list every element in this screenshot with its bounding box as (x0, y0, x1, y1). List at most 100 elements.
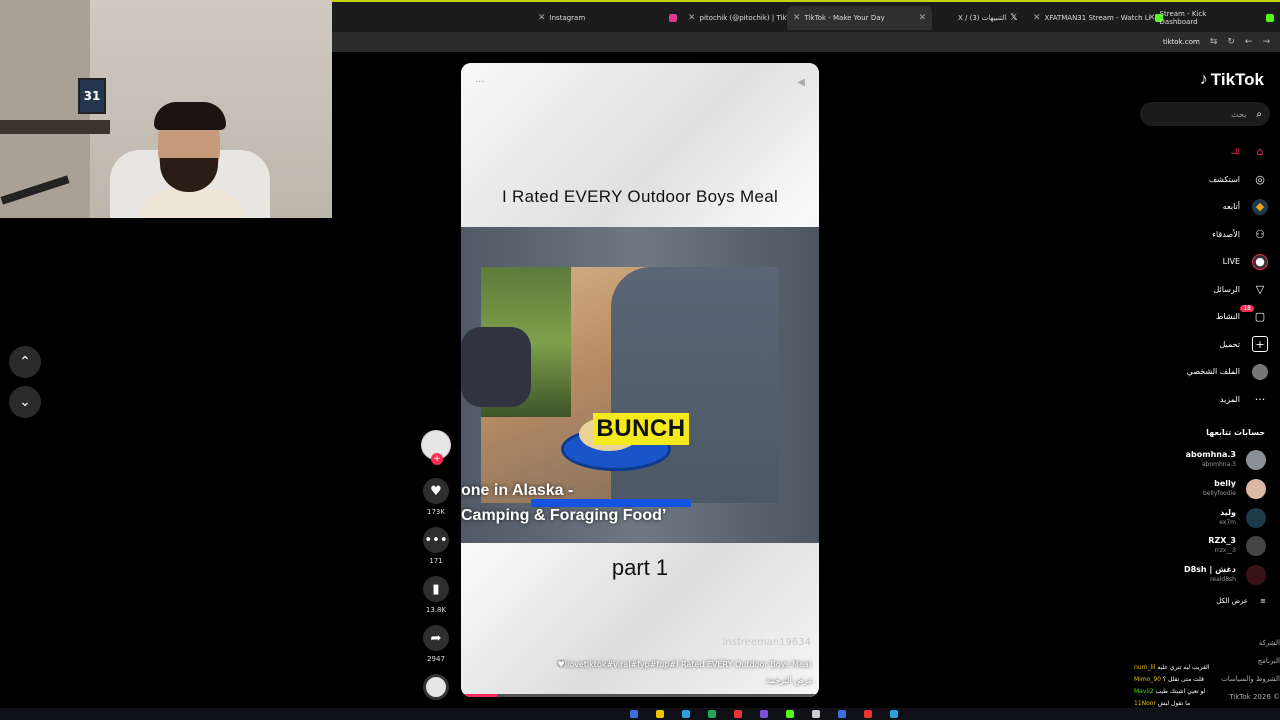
taskbar-app-icon[interactable] (682, 710, 690, 718)
beard (160, 158, 218, 192)
comment-button[interactable]: ••• 171 (418, 527, 454, 565)
jersey-frame: 31 (78, 78, 106, 114)
close-icon[interactable]: ✕ (919, 13, 927, 23)
tab-instagram[interactable]: ✕ Instagram (532, 6, 683, 30)
tiktok-note-icon: ♪ (1199, 71, 1208, 88)
search-icon[interactable]: ⌕ (1256, 109, 1262, 120)
taskbar-app-icon[interactable] (864, 710, 872, 718)
kick-icon (1266, 14, 1274, 22)
previous-video-button[interactable]: ⌃ (9, 346, 41, 378)
profile-icon (1252, 363, 1268, 380)
video-title: I Rated EVERY Outdoor Boys Meal (501, 187, 779, 206)
home-icon: ⌂ (1256, 145, 1264, 159)
sidebar-item-explore[interactable]: استكشف ◎ (1148, 166, 1268, 194)
x-logo-icon: 𝕏 (1010, 13, 1018, 23)
hair (154, 102, 226, 130)
creator-avatar[interactable]: + (421, 430, 451, 465)
see-all-link[interactable]: عرض الكل ≡ (1216, 597, 1266, 605)
stream-chat-overlay: num_lil القريب ليه تتري عليه Mimo_90 قلت… (1134, 662, 1280, 710)
watermark: instreeman19634 (722, 637, 811, 648)
sidebar-item-friends[interactable]: الأصدقاء ⚇ (1148, 221, 1268, 249)
taskbar-app-icon[interactable] (734, 710, 742, 718)
comment-count: 171 (429, 557, 443, 565)
video-player[interactable]: ··· ◀ I Rated EVERY Outdoor Boys Meal BU… (461, 63, 819, 697)
heart-icon: ♥ (430, 483, 442, 499)
tab-x[interactable]: X / (3) التنبيهات 𝕏 (952, 6, 1024, 30)
video-hashtags[interactable]: ♥ilovetiktok#viral#fyp#fup#I Rated EVERY… (558, 660, 811, 669)
following-icon: ◆ (1252, 198, 1268, 215)
reload-icon[interactable]: ↻ (1227, 37, 1235, 47)
activity-icon: ▢ (1254, 310, 1266, 324)
messages-icon: ▽ (1255, 282, 1265, 296)
friends-icon: ⚇ (1255, 227, 1265, 241)
live-icon: ● (1252, 253, 1268, 270)
webcam-overlay: 31 (0, 0, 332, 218)
shirt (140, 190, 244, 218)
music-disc[interactable] (423, 674, 449, 700)
account-item[interactable]: abomhna.3 abomhna.3 (1156, 450, 1266, 472)
taskbar-app-icon[interactable] (656, 710, 664, 718)
tab-pitochik[interactable]: ✕ pitochik (@pitochik) | TikTok (682, 6, 804, 30)
taskbar-app-icon[interactable] (760, 710, 768, 718)
taskbar-app-icon[interactable] (708, 710, 716, 718)
sidebar-item-activity[interactable]: النشاط ▢ 18 (1148, 303, 1268, 331)
avatar (1246, 479, 1266, 499)
account-item[interactable]: D8sh | دغش reald8sh (1156, 565, 1266, 587)
caption-highlight (531, 499, 691, 507)
footer-link-company[interactable]: الشركة (1221, 634, 1280, 652)
progress-bar[interactable] (461, 694, 819, 697)
jersey-number: 31 (83, 89, 101, 103)
tab-kick-dashboard[interactable]: ✕ Stream - Kick Dashboard (1142, 6, 1280, 30)
sidebar-item-following[interactable]: أتابعه ◆ (1148, 193, 1268, 221)
next-video-button[interactable]: ⌄ (9, 386, 41, 418)
sidebar-item-more[interactable]: المزيد ··· (1148, 386, 1268, 414)
more-icon: ··· (1254, 392, 1266, 406)
search-placeholder: بحث (1231, 109, 1247, 119)
logo-text: TikTok (1210, 70, 1264, 89)
close-icon[interactable]: ✕ (1033, 13, 1041, 23)
close-icon[interactable]: ✕ (1148, 13, 1156, 23)
close-icon[interactable]: ✕ (793, 13, 801, 23)
close-icon[interactable]: ✕ (688, 13, 696, 23)
sidebar-item-label: تحميل (1219, 339, 1241, 349)
like-count: 173K (427, 508, 445, 516)
account-item[interactable]: وليد ex7m (1156, 508, 1266, 530)
comment-icon: ••• (424, 532, 448, 548)
following-accounts-title: حسابات تتابعها (1206, 428, 1265, 437)
tiktok-logo[interactable]: ♪ TikTok (1200, 70, 1264, 90)
tab-tiktok[interactable]: ✕ TikTok - Make Your Day ✕ (787, 6, 933, 30)
see-translation-link[interactable]: عرض الترجمة (766, 676, 813, 685)
sidebar-item-label: لك (1230, 147, 1240, 157)
url-text[interactable]: tiktok.com (1163, 38, 1200, 46)
avatar (1246, 536, 1266, 556)
like-button[interactable]: ♥ 173K (418, 478, 454, 516)
avatar (1246, 508, 1266, 528)
volume-icon[interactable]: ◀ (797, 77, 805, 88)
chat-user: num_lil (1134, 664, 1156, 671)
sidebar-item-live[interactable]: LIVE ● (1148, 248, 1268, 276)
taskbar-app-icon[interactable] (630, 710, 638, 718)
taskbar-app-icon[interactable] (812, 710, 820, 718)
browser-tab-bar: ✕ Instagram ✕ pitochik (@pitochik) | Tik… (332, 0, 1280, 32)
save-button[interactable]: ▮ 13.8K (418, 576, 454, 614)
forward-icon[interactable]: ← (1245, 37, 1253, 47)
overlay-word: BUNCH (593, 413, 689, 445)
sidebar-item-profile[interactable]: الملف الشخصي (1148, 358, 1268, 386)
back-icon[interactable]: → (1262, 37, 1270, 47)
shelf (0, 120, 110, 134)
close-icon[interactable]: ✕ (538, 13, 546, 23)
account-item[interactable]: belly bellyfoodie (1156, 479, 1266, 501)
taskbar-app-icon[interactable] (838, 710, 846, 718)
share-button[interactable]: ➦ 2947 (418, 625, 454, 663)
account-item[interactable]: RZX_3 rrzx__3 (1156, 536, 1266, 558)
site-settings-icon[interactable]: ⇆ (1210, 37, 1218, 47)
sidebar-item-messages[interactable]: الرسائل ▽ (1148, 276, 1268, 304)
search-input[interactable]: بحث ⌕ (1140, 102, 1270, 126)
sidebar-item-for-you[interactable]: لك ⌂ (1148, 138, 1268, 166)
follow-plus-icon[interactable]: + (431, 453, 443, 465)
sidebar-item-upload[interactable]: تحميل + (1148, 331, 1268, 359)
bookmark-icon: ▮ (432, 581, 440, 597)
more-options-icon[interactable]: ··· (475, 77, 485, 88)
taskbar-app-icon[interactable] (786, 710, 794, 718)
taskbar-app-icon[interactable] (890, 710, 898, 718)
